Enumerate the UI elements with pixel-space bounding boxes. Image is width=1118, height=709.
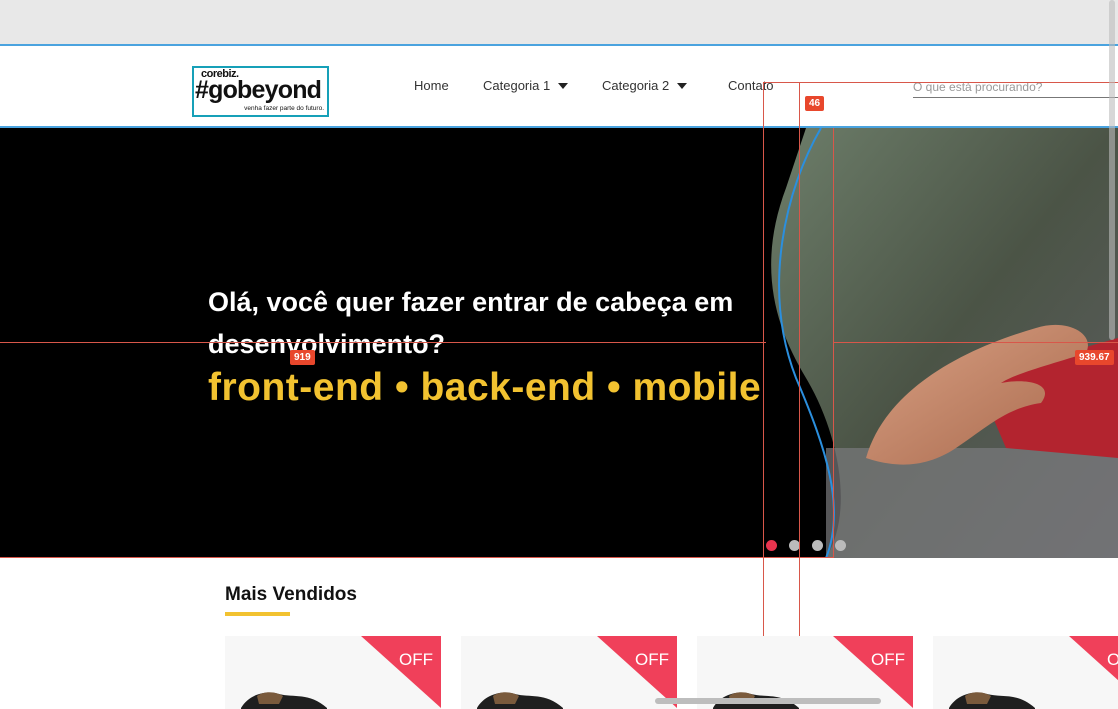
measure-badge: 46 bbox=[805, 96, 825, 111]
sale-ribbon bbox=[1069, 636, 1118, 708]
carousel-dots bbox=[766, 540, 846, 551]
product-card[interactable]: OFF bbox=[225, 636, 441, 709]
product-card[interactable]: OFF bbox=[461, 636, 677, 709]
carousel-dot-3[interactable] bbox=[812, 540, 823, 551]
search-input[interactable] bbox=[913, 76, 1118, 98]
logo-sub-text: venha fazer parte do futuro. bbox=[244, 105, 324, 112]
vertical-scrollbar[interactable] bbox=[1109, 0, 1115, 340]
nav-categoria-2[interactable]: Categoria 2 bbox=[602, 78, 688, 93]
shoe-icon bbox=[713, 692, 799, 709]
off-badge: OFF bbox=[399, 650, 433, 669]
nav-categoria-1-label: Categoria 1 bbox=[483, 78, 551, 93]
nav-contato-label: Contato bbox=[728, 78, 774, 93]
guide-line-horizontal bbox=[0, 342, 766, 343]
logo-main-text: #gobeyond bbox=[195, 76, 322, 104]
caret-down-icon bbox=[677, 82, 688, 89]
horizontal-scrollbar[interactable] bbox=[655, 698, 881, 704]
site-header: corebiz. #gobeyond venha fazer parte do … bbox=[0, 48, 1118, 128]
guide-line-horizontal bbox=[763, 82, 1118, 83]
shoe-icon bbox=[949, 692, 1035, 709]
hero-photo bbox=[771, 128, 1118, 558]
sale-ribbon bbox=[361, 636, 441, 708]
page: corebiz. #gobeyond venha fazer parte do … bbox=[0, 0, 1118, 709]
browser-top-bar bbox=[0, 0, 1118, 46]
carousel-dot-1[interactable] bbox=[766, 540, 777, 551]
hero-banner: Olá, você quer fazer entrar de cabeça em… bbox=[0, 128, 1118, 558]
product-card[interactable]: OFF bbox=[933, 636, 1118, 709]
guide-line-vertical bbox=[763, 82, 764, 709]
off-badge: OFF bbox=[871, 650, 905, 669]
caret-down-icon bbox=[558, 82, 569, 89]
measure-badge: 939.67 bbox=[1075, 350, 1114, 365]
off-badge: OFF bbox=[635, 650, 669, 669]
guide-line-horizontal bbox=[834, 342, 1118, 343]
guide-line-vertical bbox=[833, 128, 834, 558]
shoe-icon bbox=[241, 692, 327, 709]
section-title: Mais Vendidos bbox=[225, 584, 357, 605]
nav-home[interactable]: Home bbox=[414, 78, 449, 93]
off-badge: OFF bbox=[1107, 650, 1118, 669]
hero-tagline: front-end • back-end • mobile bbox=[208, 366, 762, 409]
guide-line-horizontal bbox=[0, 557, 834, 558]
logo[interactable]: corebiz. #gobeyond venha fazer parte do … bbox=[192, 66, 329, 117]
carousel-dot-4[interactable] bbox=[835, 540, 846, 551]
nav-home-label: Home bbox=[414, 78, 449, 93]
shoe-icon bbox=[477, 692, 563, 709]
nav-contato[interactable]: Contato bbox=[728, 78, 774, 93]
nav-categoria-1[interactable]: Categoria 1 bbox=[483, 78, 569, 93]
guide-line-vertical bbox=[799, 82, 800, 709]
measure-badge: 919 bbox=[290, 350, 315, 365]
section-underline bbox=[225, 612, 290, 616]
nav-categoria-2-label: Categoria 2 bbox=[602, 78, 670, 93]
